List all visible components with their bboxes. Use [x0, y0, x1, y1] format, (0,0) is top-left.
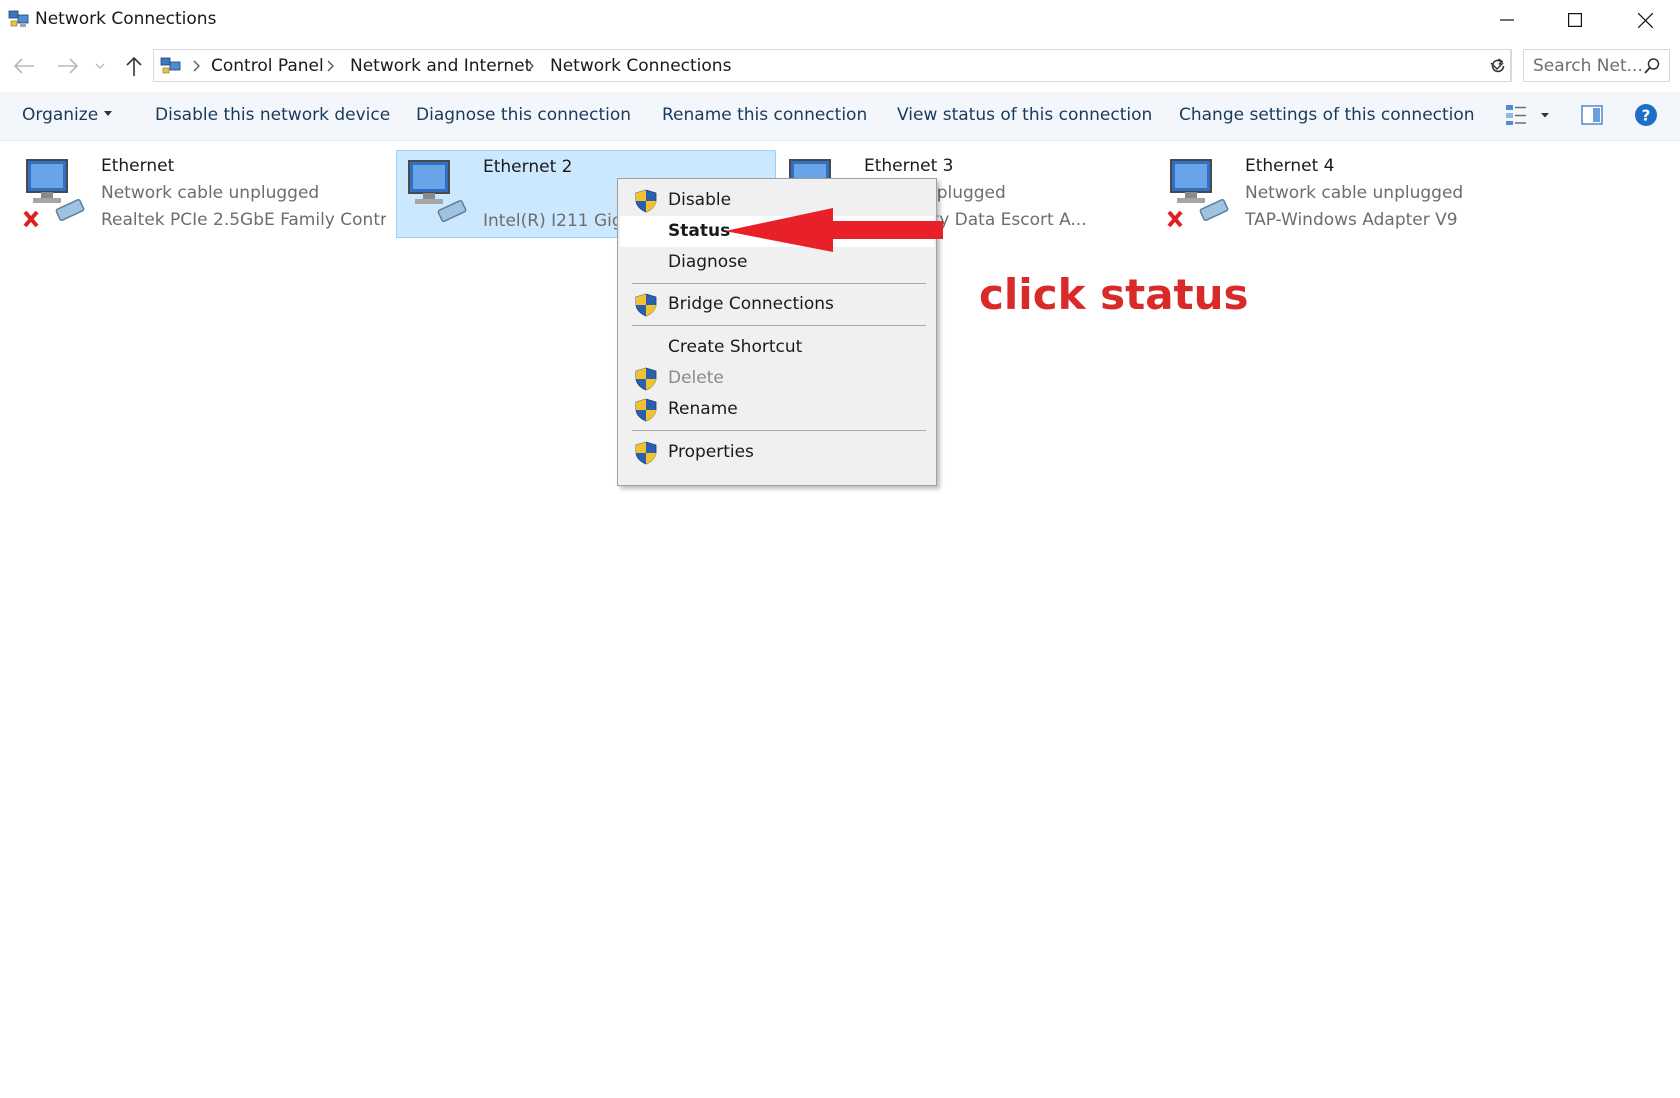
maximize-button[interactable]	[1540, 0, 1610, 40]
minimize-button[interactable]	[1472, 0, 1542, 40]
uac-shield-icon	[635, 367, 657, 391]
change-settings-button[interactable]: Change settings of this connection	[1179, 105, 1475, 125]
control-panel-icon	[160, 57, 181, 74]
forward-button[interactable]	[54, 52, 82, 80]
menu-item-label: Rename	[668, 399, 738, 419]
menu-item-create-shortcut[interactable]: Create Shortcut	[620, 332, 934, 363]
search-icon	[1644, 58, 1660, 74]
uac-shield-icon	[635, 293, 657, 317]
command-bar: Organize Disable this network device Dia…	[0, 92, 1680, 141]
close-icon	[1637, 12, 1653, 28]
close-button[interactable]	[1610, 0, 1680, 40]
disable-device-button[interactable]: Disable this network device	[155, 105, 390, 125]
menu-item-label: Delete	[668, 368, 724, 388]
view-options-caret-icon[interactable]	[1540, 112, 1550, 118]
red-arrow-annotation-icon	[725, 208, 943, 252]
caret-down-icon	[104, 110, 113, 116]
chevron-right-icon[interactable]	[324, 58, 338, 74]
back-button[interactable]	[10, 52, 38, 80]
uac-shield-icon	[635, 189, 657, 213]
menu-item-label: Status	[668, 221, 731, 241]
connection-name: Ethernet 4	[1245, 156, 1335, 176]
connection-status: Network cable unplugged	[1245, 183, 1464, 203]
uac-shield-icon	[635, 441, 657, 465]
connection-tile-ethernet-4[interactable]: Ethernet 4 Network cable unplugged TAP-W…	[1159, 150, 1539, 238]
view-status-button[interactable]: View status of this connection	[897, 105, 1152, 125]
rename-connection-button[interactable]: Rename this connection	[662, 105, 867, 125]
window-title: Network Connections	[35, 9, 217, 29]
search-input[interactable]: Search Net...	[1533, 56, 1643, 76]
uac-shield-icon	[635, 398, 657, 422]
annotation-text: click status	[979, 270, 1249, 319]
organize-menu-button[interactable]: Organize	[22, 105, 113, 125]
menu-separator	[632, 283, 926, 284]
chevron-down-icon	[95, 63, 105, 69]
menu-item-label: Disable	[668, 190, 732, 210]
title-bar: Network Connections	[0, 0, 1680, 40]
forward-arrow-icon	[58, 58, 79, 74]
up-arrow-icon	[126, 56, 142, 76]
breadcrumb-control-panel[interactable]: Control Panel	[211, 56, 324, 76]
network-connections-icon	[8, 10, 29, 27]
menu-item-label: Properties	[668, 442, 754, 462]
menu-item-properties[interactable]: Properties	[620, 437, 934, 468]
menu-item-label: Create Shortcut	[668, 337, 803, 357]
connection-device: Realtek PCIe 2.5GbE Family Contr...	[101, 210, 386, 230]
chevron-right-icon	[193, 60, 200, 72]
menu-item-label: Bridge Connections	[668, 294, 834, 314]
connection-name: Ethernet 3	[864, 156, 954, 176]
network-adapter-icon	[1167, 159, 1229, 228]
connection-name: Ethernet	[101, 156, 175, 176]
maximize-icon	[1568, 13, 1582, 27]
preview-pane-icon[interactable]	[1581, 105, 1603, 125]
up-button[interactable]	[120, 52, 148, 80]
diagnose-connection-button[interactable]: Diagnose this connection	[416, 105, 631, 125]
change-view-icon[interactable]	[1505, 104, 1527, 126]
connection-tile-ethernet[interactable]: Ethernet Network cable unplugged Realtek…	[15, 150, 395, 238]
connection-name: Ethernet 2	[483, 157, 573, 177]
address-bar[interactable]: Control Panel Network and Internet Netwo…	[153, 49, 1511, 82]
search-box[interactable]: Search Net...	[1523, 49, 1670, 82]
svg-text:?: ?	[1642, 107, 1651, 125]
breadcrumb-network-and-internet[interactable]: Network and Internet	[350, 56, 531, 76]
refresh-icon	[1491, 57, 1504, 72]
menu-separator	[632, 325, 926, 326]
help-icon[interactable]: ?	[1634, 103, 1658, 127]
menu-item-rename[interactable]: Rename	[620, 394, 934, 425]
menu-separator	[632, 430, 926, 431]
network-adapter-icon	[408, 160, 467, 223]
chevron-right-icon[interactable]	[524, 58, 538, 74]
refresh-button[interactable]	[1484, 49, 1512, 82]
minimize-icon	[1500, 19, 1514, 21]
organize-label: Organize	[22, 105, 99, 125]
menu-item-label: Diagnose	[668, 252, 748, 272]
connection-status: Network cable unplugged	[101, 183, 320, 203]
menu-item-delete[interactable]: Delete	[620, 363, 934, 394]
recent-locations-button[interactable]	[90, 52, 110, 80]
menu-item-bridge-connections[interactable]: Bridge Connections	[620, 289, 934, 320]
breadcrumb-network-connections[interactable]: Network Connections	[550, 56, 731, 76]
connection-device: TAP-Windows Adapter V9	[1245, 210, 1458, 230]
network-adapter-icon	[23, 159, 85, 228]
back-arrow-icon	[13, 58, 34, 74]
